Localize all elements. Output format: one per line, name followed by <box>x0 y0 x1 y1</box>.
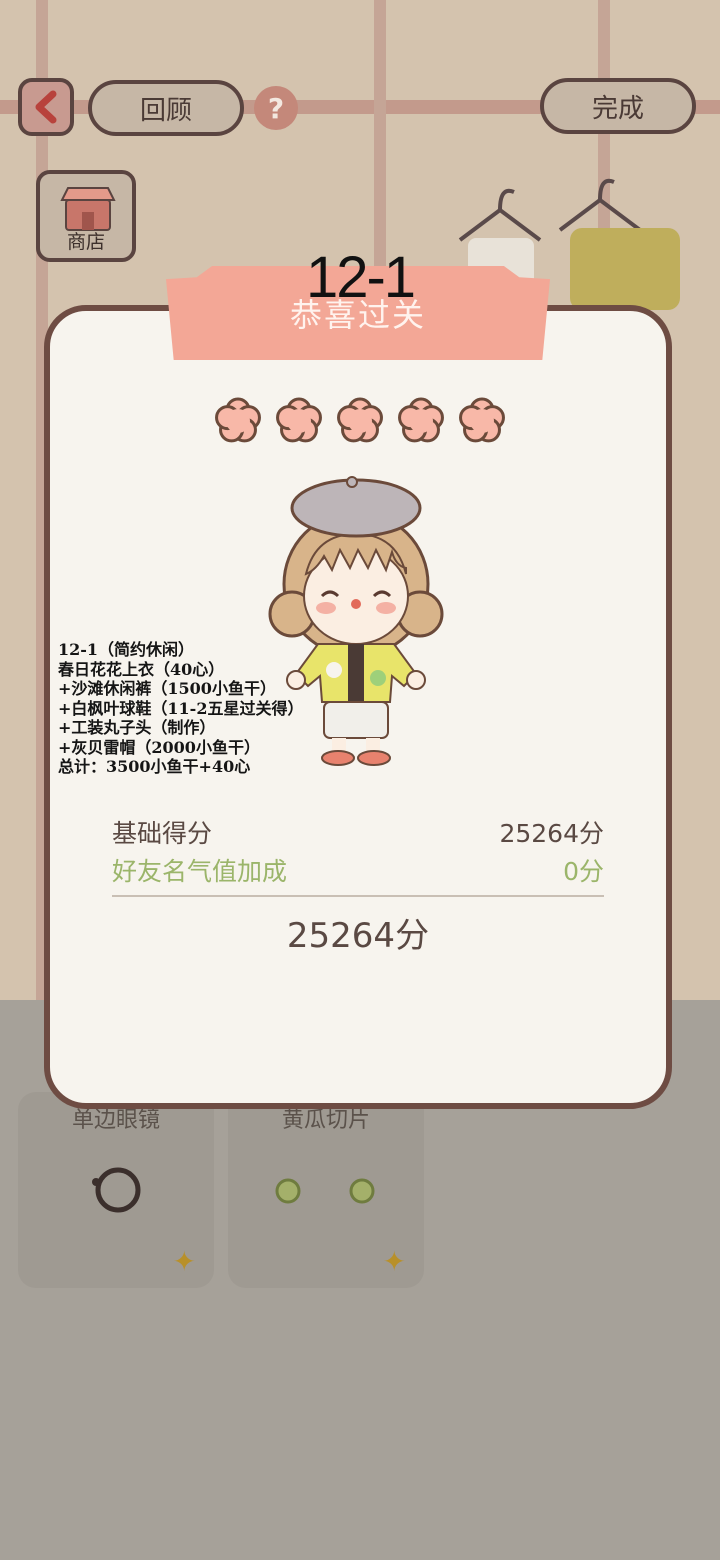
help-icon[interactable]: ? <box>254 86 298 130</box>
friend-bonus-label: 好友名气值加成 <box>112 857 288 886</box>
star-filled-icon <box>398 397 444 443</box>
star-filled-icon <box>215 397 261 443</box>
sparkle-icon: ✦ <box>172 1245 196 1278</box>
item-card-cucumber: 黄瓜切片 ✦ <box>228 1092 424 1288</box>
base-score-value: 25264分 <box>499 819 604 848</box>
done-button-label: 完成 <box>591 93 644 124</box>
total-score: 25264分 <box>286 916 430 956</box>
monocle-icon <box>92 1167 141 1213</box>
outfit-note-line: 春日花花上衣（40心） <box>58 659 225 679</box>
shop-icon <box>60 187 116 231</box>
sparkle-icon: ✦ <box>382 1245 406 1278</box>
shop-button[interactable]: 商店 <box>36 170 136 262</box>
shop-label: 商店 <box>66 231 105 253</box>
outfit-note-line: +工装丸子头（制作） <box>58 718 216 737</box>
outfit-note-line: +灰贝雷帽（2000小鱼干） <box>58 737 260 757</box>
star-filled-icon <box>276 397 322 443</box>
cucumber-slices-icon <box>275 1178 375 1204</box>
done-button[interactable]: 完成 <box>540 78 696 134</box>
base-score-row: 基础得分 25264分 <box>112 814 604 850</box>
score-divider <box>112 895 604 897</box>
back-button[interactable] <box>18 78 74 136</box>
outfit-note-line: 总计：3500小鱼干+40心 <box>58 757 251 776</box>
friend-bonus-row: 好友名气值加成 0分 <box>112 852 604 888</box>
level-number: 12-1 <box>305 245 416 310</box>
item-card-monocle: 单边眼镜 ✦ <box>18 1092 214 1288</box>
outfit-note-line: +白枫叶球鞋（11-2五星过关得） <box>58 698 304 718</box>
star-filled-icon <box>459 397 505 443</box>
outfit-notes-overlay: 12-1（简约休闲） 春日花花上衣（40心） +沙滩休闲裤（1500小鱼干） +… <box>58 640 348 777</box>
star-rating <box>212 394 508 450</box>
friend-bonus-value: 0分 <box>563 857 604 886</box>
chevron-left-icon <box>35 90 57 124</box>
base-score-label: 基础得分 <box>112 819 213 848</box>
outfit-note-line: 12-1（简约休闲） <box>58 640 195 659</box>
star-filled-icon <box>337 397 383 443</box>
review-button[interactable]: 回顾 <box>88 80 244 136</box>
outfit-note-line: +沙滩休闲裤（1500小鱼干） <box>58 679 276 698</box>
review-button-label: 回顾 <box>139 95 192 126</box>
